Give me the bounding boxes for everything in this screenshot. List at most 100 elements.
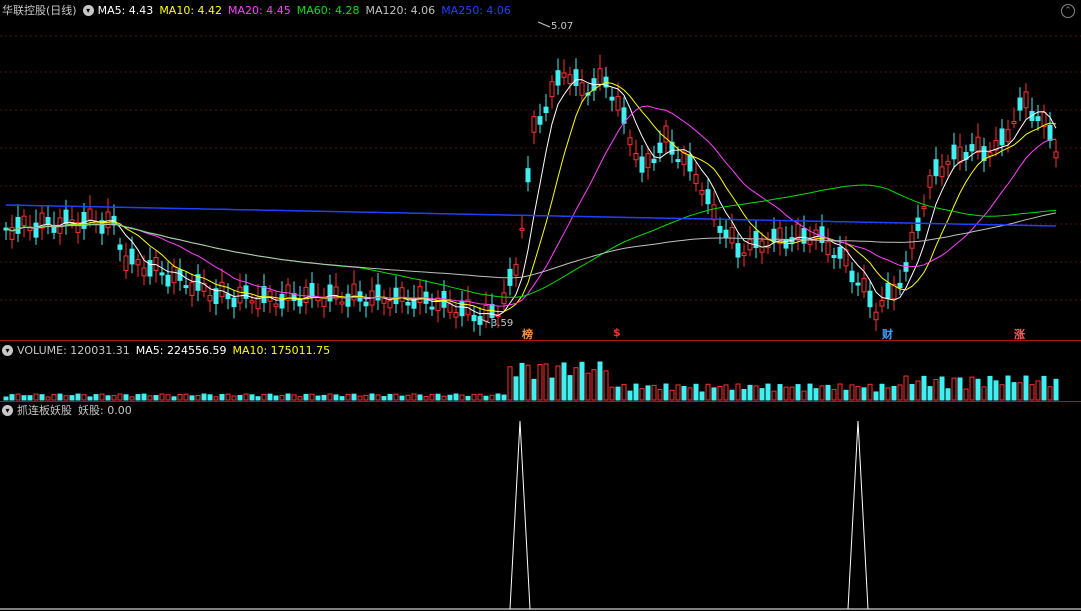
candle-body bbox=[705, 189, 711, 205]
chevron-up-icon[interactable]: ⌃ bbox=[1061, 4, 1075, 18]
volume-bar bbox=[93, 394, 99, 401]
volume-bar bbox=[279, 394, 285, 401]
candle-body bbox=[525, 168, 531, 183]
volume-bar bbox=[489, 394, 495, 401]
volume-bar bbox=[255, 396, 261, 401]
ma120-readout: MA120: 4.06 bbox=[365, 3, 436, 17]
volume-bar bbox=[525, 364, 531, 401]
volume-bar bbox=[381, 396, 387, 401]
volume-pane[interactable]: ▾ VOLUME: 120031.31 MA5: 224556.59 MA10:… bbox=[0, 342, 1081, 402]
candle-body bbox=[153, 257, 159, 272]
candle-body bbox=[627, 137, 633, 146]
candle-body bbox=[1017, 97, 1023, 111]
volume-bar bbox=[117, 393, 123, 401]
price-pane[interactable]: 华联控股(日线) ▾ MA5: 4.43 MA10: 4.42 MA20: 4.… bbox=[0, 0, 1081, 342]
volume-bar bbox=[453, 393, 459, 401]
volume-bar bbox=[951, 377, 957, 401]
candle-body bbox=[579, 82, 585, 96]
candle-body bbox=[267, 290, 273, 302]
indicator-spike bbox=[847, 420, 869, 610]
volume-bar bbox=[933, 378, 939, 401]
volume-bar bbox=[513, 376, 519, 401]
marker-limit-up[interactable]: 涨 bbox=[1014, 326, 1025, 342]
candle-body bbox=[171, 266, 177, 284]
volume-bar bbox=[165, 394, 171, 401]
volume-bar bbox=[831, 388, 837, 401]
candle-body bbox=[1005, 129, 1011, 142]
candle-body bbox=[795, 223, 801, 240]
candle-body bbox=[945, 160, 951, 165]
indicator-spike bbox=[509, 420, 531, 610]
candle-body bbox=[549, 81, 555, 98]
volume-bar bbox=[591, 369, 597, 401]
volume-bar bbox=[501, 394, 507, 401]
candle-body bbox=[771, 228, 777, 243]
volume-bar bbox=[249, 394, 255, 401]
volume-bar bbox=[915, 380, 921, 401]
volume-bar bbox=[597, 361, 603, 401]
candle-body bbox=[741, 252, 747, 256]
volume-bar bbox=[333, 394, 339, 401]
candle-body bbox=[921, 206, 927, 210]
volume-bar bbox=[681, 386, 687, 401]
marker-rank[interactable]: 榜 bbox=[522, 326, 533, 342]
marker-finance[interactable]: 财 bbox=[882, 326, 893, 342]
candle-body bbox=[165, 274, 171, 287]
candle-body bbox=[597, 68, 603, 86]
volume-bar bbox=[51, 394, 57, 401]
volume-bar bbox=[363, 394, 369, 401]
volume-bar bbox=[423, 395, 429, 401]
chevron-down-icon[interactable]: ▾ bbox=[2, 404, 13, 416]
volume-bar bbox=[741, 388, 747, 401]
candle-body bbox=[237, 286, 243, 304]
volume-bar bbox=[783, 386, 789, 401]
volume-bar bbox=[837, 383, 843, 401]
volume-bar bbox=[843, 389, 849, 401]
candle-body bbox=[387, 300, 393, 309]
volume-bar bbox=[795, 384, 801, 401]
volume-bar bbox=[1029, 384, 1035, 401]
volume-bar bbox=[153, 395, 159, 401]
candle-body bbox=[693, 173, 699, 185]
volume-bar bbox=[399, 395, 405, 401]
candle-body bbox=[1035, 116, 1041, 122]
chevron-down-icon[interactable]: ▾ bbox=[82, 4, 94, 16]
volume-bar bbox=[993, 380, 999, 401]
volume-bar bbox=[723, 384, 729, 401]
candle-body bbox=[873, 311, 879, 321]
candle-body bbox=[735, 243, 741, 258]
candle-body bbox=[543, 106, 549, 114]
indicator-pane[interactable]: ▾ 抓连板妖股 妖股: 0.00 bbox=[0, 403, 1081, 611]
candle-body bbox=[363, 301, 369, 307]
volume-bar bbox=[297, 396, 303, 401]
candle-body bbox=[87, 208, 93, 221]
candle-body bbox=[1053, 151, 1059, 159]
candle-body bbox=[825, 241, 831, 256]
candle-body bbox=[645, 153, 651, 169]
volume-bar bbox=[219, 394, 225, 401]
volume-bar bbox=[141, 393, 147, 401]
volume-bar bbox=[663, 383, 669, 401]
candle-body bbox=[9, 226, 15, 240]
volume-bar bbox=[927, 386, 933, 401]
volume-bar bbox=[981, 386, 987, 401]
candle-body bbox=[81, 211, 87, 229]
volume-bar bbox=[201, 393, 207, 401]
volume-bar bbox=[243, 393, 249, 401]
indicator-chart bbox=[0, 420, 1081, 610]
volume-bar bbox=[483, 395, 489, 401]
volume-bar bbox=[75, 393, 81, 401]
candle-body bbox=[531, 116, 537, 133]
candle-body bbox=[633, 152, 639, 161]
candle-body bbox=[687, 154, 693, 172]
pane-divider[interactable] bbox=[0, 401, 1081, 402]
chevron-down-icon[interactable]: ▾ bbox=[2, 344, 13, 356]
volume-bar bbox=[891, 385, 897, 401]
volume-bar bbox=[801, 390, 807, 401]
volume-bar bbox=[369, 393, 375, 401]
volume-bar bbox=[537, 364, 543, 401]
marker-dollar[interactable]: $ bbox=[613, 326, 621, 339]
candle-body bbox=[675, 159, 681, 163]
pane-divider[interactable] bbox=[0, 340, 1081, 341]
volume-bar bbox=[747, 384, 753, 401]
